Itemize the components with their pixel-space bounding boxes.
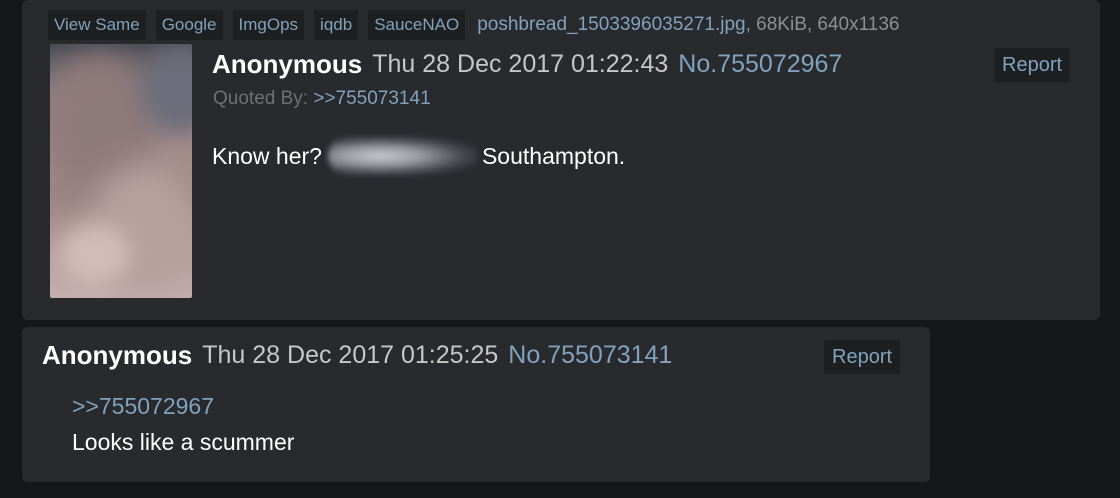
saucenao-button[interactable]: SauceNAO (368, 10, 466, 40)
quoted-by-label: Quoted By: (213, 88, 314, 109)
poster-name: Anonymous (212, 48, 363, 79)
file-meta: , 68KiB, 640x1136 (745, 14, 900, 35)
post-thumbnail[interactable] (50, 44, 192, 298)
post-number-link[interactable]: No.755072967 (678, 50, 842, 79)
reply-post-header: Anonymous Thu 28 Dec 2017 01:25:25 No.75… (42, 337, 672, 373)
post-number-link[interactable]: No.755073141 (508, 341, 672, 370)
op-post-header: Anonymous Thu 28 Dec 2017 01:22:43 No.75… (212, 46, 842, 82)
file-name-link[interactable]: poshbread_1503396035271.jpg (477, 14, 745, 36)
quoted-by-link[interactable]: >>755073141 (313, 88, 430, 109)
imgops-button[interactable]: ImgOps (232, 10, 305, 40)
redacted-name-blur (327, 136, 478, 176)
op-message: Know her? Southampton. (212, 136, 625, 176)
message-text-start: Know her? (212, 142, 322, 169)
report-button[interactable]: Report (994, 48, 1071, 82)
quoted-by: Quoted By: >>755073141 (213, 88, 431, 110)
file-info-bar: View Same Google ImgOps iqdb SauceNAO po… (48, 10, 899, 40)
post-date: Thu 28 Dec 2017 01:22:43 (372, 49, 669, 78)
view-same-button[interactable]: View Same (48, 10, 146, 40)
reply-message: >>755072967 Looks like a scummer (72, 388, 294, 460)
iqdb-button[interactable]: iqdb (314, 10, 359, 40)
report-button[interactable]: Report (824, 340, 901, 374)
message-text-end: Southampton. (481, 142, 626, 169)
thread-page: View Same Google ImgOps iqdb SauceNAO po… (0, 0, 1120, 498)
poster-name: Anonymous (42, 339, 193, 370)
reply-text: Looks like a scummer (72, 429, 295, 455)
quote-link[interactable]: >>755072967 (72, 388, 294, 424)
post-date: Thu 28 Dec 2017 01:25:25 (202, 340, 499, 369)
google-search-button[interactable]: Google (155, 10, 223, 40)
